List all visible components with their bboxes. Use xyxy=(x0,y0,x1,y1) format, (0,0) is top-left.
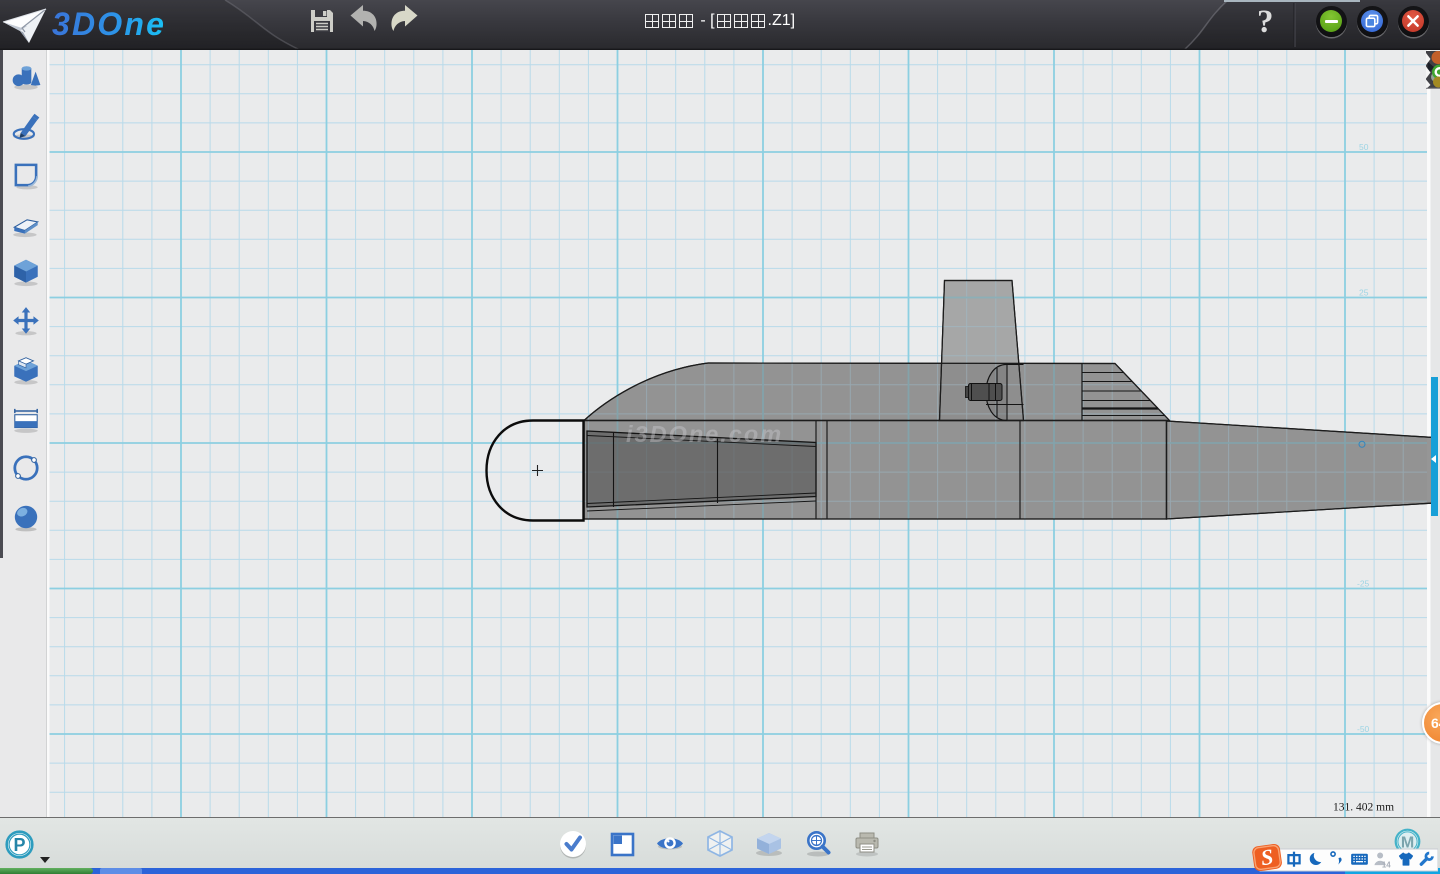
svg-text:14: 14 xyxy=(1382,860,1391,869)
svg-text:50: 50 xyxy=(1359,142,1369,152)
svg-text:i3DOne.com: i3DOne.com xyxy=(626,421,783,447)
svg-text:25: 25 xyxy=(1359,288,1369,298)
svg-text:-50: -50 xyxy=(1357,724,1370,734)
svg-text:131. 402 mm: 131. 402 mm xyxy=(1333,802,1394,814)
svg-text:-25: -25 xyxy=(1357,579,1370,589)
svg-text:P: P xyxy=(13,835,25,855)
